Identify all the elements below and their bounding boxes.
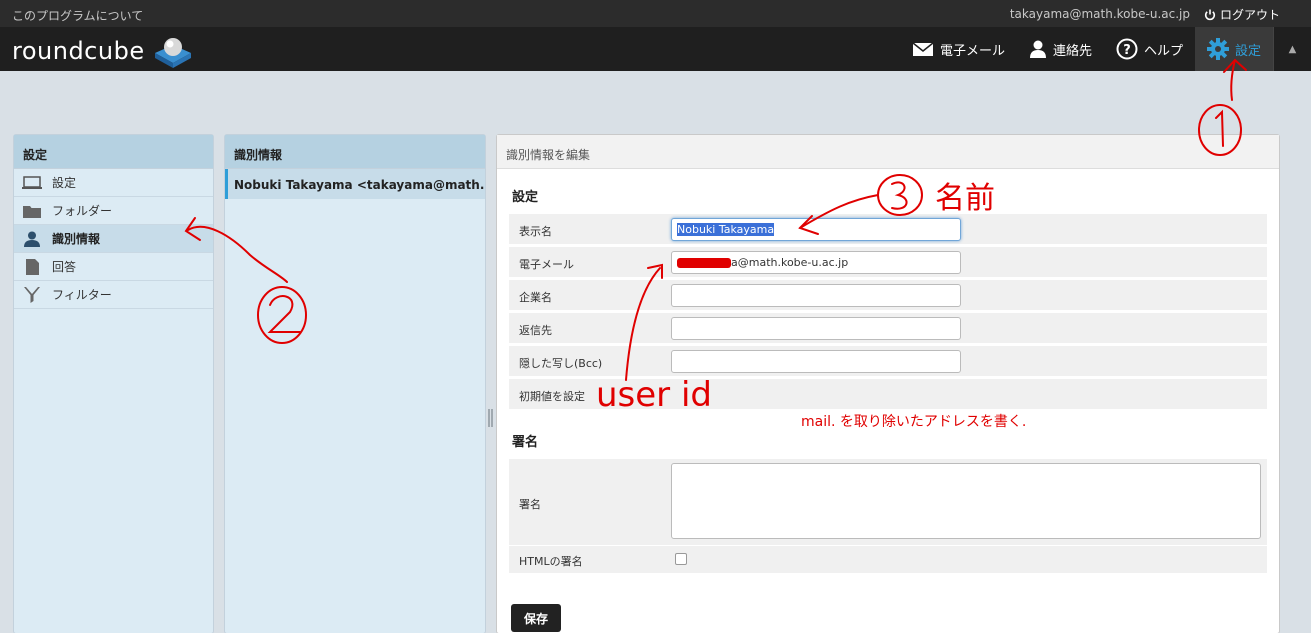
display-name-label: 表示名 — [519, 225, 552, 238]
identity-list-item[interactable]: Nobuki Takayama <takayama@math.... — [225, 169, 485, 199]
envelope-icon — [912, 41, 934, 56]
html-signature-checkbox[interactable] — [675, 553, 687, 565]
html-signature-row: HTMLの署名 — [509, 545, 1267, 573]
settings-item-preferences[interactable]: 設定 — [14, 169, 213, 197]
organization-field[interactable] — [671, 284, 961, 307]
power-icon — [1204, 9, 1216, 20]
organization-label: 企業名 — [519, 291, 552, 304]
logo-text: roundcube — [12, 37, 145, 65]
bcc-label: 隠した写し(Bcc) — [519, 357, 603, 370]
email-value: a@math.kobe-u.ac.jp — [731, 256, 849, 269]
html-signature-label: HTMLの署名 — [519, 555, 583, 568]
panel-splitter[interactable] — [488, 409, 493, 427]
bcc-field[interactable] — [671, 350, 961, 373]
section-settings-title: 設定 — [512, 190, 539, 205]
nav-mail-label: 電子メール — [939, 43, 1005, 59]
document-icon — [22, 258, 42, 275]
settings-item-label: フィルター — [52, 288, 112, 302]
top-strip: このプログラムについて takayama@math.kobe-u.ac.jp ロ… — [0, 0, 1311, 27]
identity-editor-panel: 識別情報を編集 設定 表示名 Nobuki Takayama 電子メール a@m… — [496, 134, 1280, 633]
signature-row: 署名 — [509, 459, 1267, 545]
settings-panel-title: 設定 — [14, 135, 213, 169]
nav-settings[interactable]: 設定 — [1194, 27, 1273, 71]
person-icon — [22, 231, 42, 247]
display-name-row: 表示名 Nobuki Takayama — [509, 214, 1267, 245]
settings-sections-panel: 設定 設定 フォルダー 識別情報 回答 フィルター — [13, 134, 214, 633]
settings-item-identities[interactable]: 識別情報 — [14, 225, 213, 253]
nav-settings-label: 設定 — [1234, 43, 1261, 59]
redaction-mark — [677, 258, 731, 268]
nav-collapse-toggle[interactable]: ▲ — [1273, 27, 1311, 71]
nav-contacts-label: 連絡先 — [1052, 43, 1092, 59]
save-button[interactable]: 保存 — [511, 604, 561, 632]
nav-contacts[interactable]: 連絡先 — [1017, 27, 1104, 71]
reply-to-row: 返信先 — [509, 313, 1267, 344]
nav-help-label: ヘルプ — [1143, 43, 1183, 59]
gear-icon — [1206, 38, 1229, 60]
reply-to-label: 返信先 — [519, 324, 552, 337]
nav-help[interactable]: ? ヘルプ — [1104, 27, 1195, 71]
email-row: 電子メール a@math.kobe-u.ac.jp — [509, 247, 1267, 278]
set-default-label[interactable]: 初期値を設定 — [519, 388, 585, 404]
user-email: takayama@math.kobe-u.ac.jp — [1009, 7, 1190, 21]
caret-up-icon: ▲ — [1288, 43, 1297, 55]
settings-item-label: 識別情報 — [52, 232, 101, 246]
display-name-field[interactable]: Nobuki Takayama — [671, 218, 961, 241]
main-nav: 電子メール 連絡先 ? ヘルプ 設定 — [900, 27, 1273, 71]
annotation-note: mail. を取り除いたアドレスを書く. — [801, 414, 1027, 430]
organization-row: 企業名 — [509, 280, 1267, 311]
email-field[interactable]: a@math.kobe-u.ac.jp — [671, 251, 961, 274]
identities-panel: 識別情報 Nobuki Takayama <takayama@math.... — [224, 134, 486, 633]
settings-item-label: フォルダー — [52, 204, 113, 218]
signature-textarea[interactable] — [671, 463, 1261, 539]
settings-item-responses[interactable]: 回答 — [14, 253, 213, 281]
settings-sections-list: 設定 フォルダー 識別情報 回答 フィルター — [14, 169, 213, 309]
nav-mail[interactable]: 電子メール — [900, 27, 1017, 71]
roundcube-logo[interactable]: roundcube — [12, 33, 193, 69]
email-label: 電子メール — [519, 258, 574, 271]
cube-logo-icon — [154, 38, 191, 68]
settings-item-label: 設定 — [52, 176, 77, 190]
bcc-row: 隠した写し(Bcc) — [509, 346, 1267, 377]
identities-panel-title: 識別情報 — [225, 135, 485, 169]
folder-icon — [22, 203, 42, 219]
help-icon: ? — [1116, 38, 1138, 60]
filter-icon — [22, 286, 42, 303]
settings-item-label: 回答 — [52, 260, 77, 274]
header-bar: roundcube 電子メール 連絡先 ? ヘルプ 設定 ▲ — [0, 27, 1311, 71]
monitor-icon — [22, 175, 42, 191]
svg-text:?: ? — [1123, 43, 1131, 58]
person-icon — [1029, 40, 1046, 58]
editor-title: 識別情報を編集 — [497, 135, 1279, 169]
logout-label: ログアウト — [1219, 8, 1280, 22]
about-link[interactable]: このプログラムについて — [12, 7, 143, 24]
logout-button[interactable]: ログアウト — [1204, 6, 1280, 23]
settings-item-folders[interactable]: フォルダー — [14, 197, 213, 225]
section-signature-title: 署名 — [512, 435, 539, 450]
signature-label: 署名 — [519, 498, 541, 511]
settings-item-filters[interactable]: フィルター — [14, 281, 213, 309]
default-row: 初期値を設定 — [509, 379, 1267, 410]
reply-to-field[interactable] — [671, 317, 961, 340]
display-name-value: Nobuki Takayama — [677, 223, 775, 236]
